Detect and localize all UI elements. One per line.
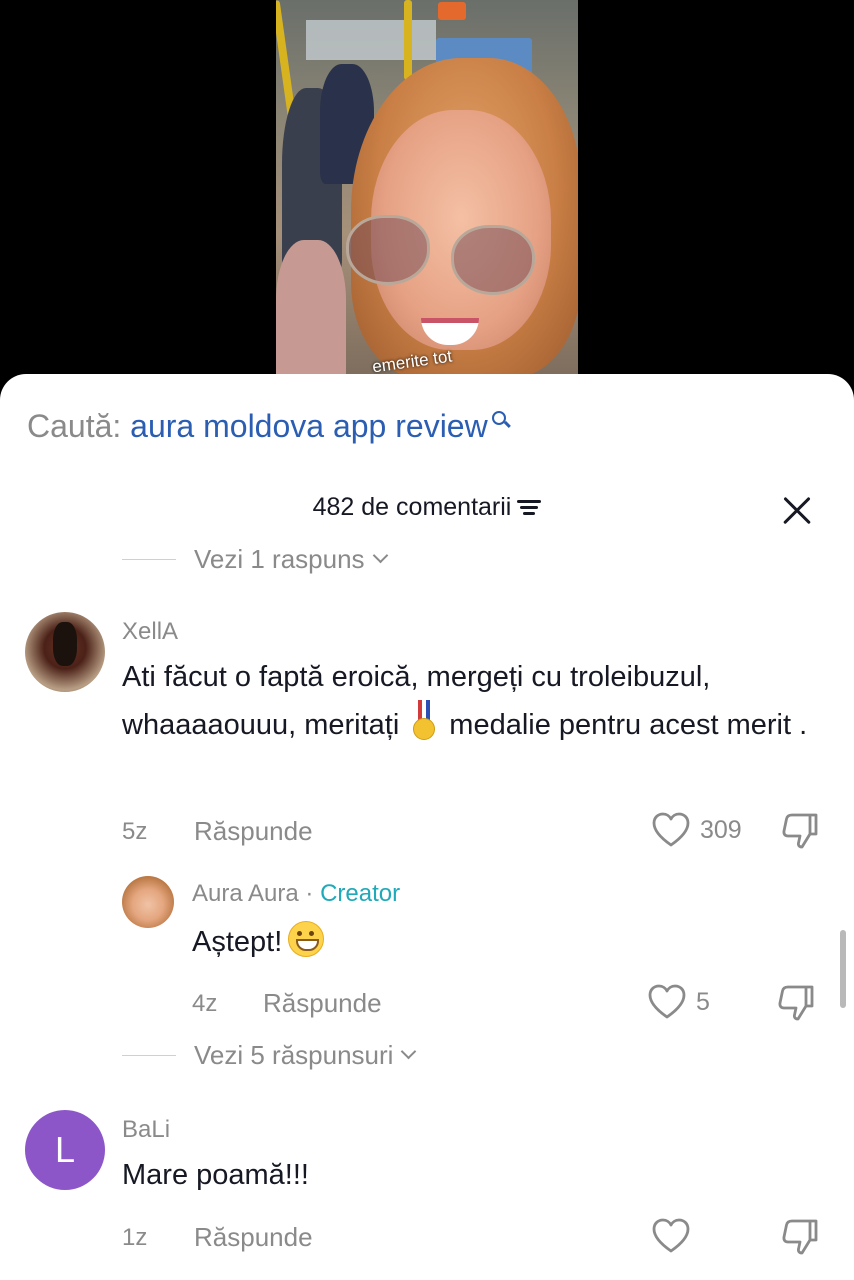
reply-text-content: Aștept! xyxy=(192,926,283,958)
scrollbar[interactable] xyxy=(840,930,846,1008)
view-replies-toggle[interactable]: Vezi 5 răspunsuri xyxy=(122,1040,417,1071)
search-icon[interactable] xyxy=(490,410,510,430)
avatar[interactable] xyxy=(122,876,174,928)
dislike-button[interactable] xyxy=(780,812,820,855)
like-button[interactable] xyxy=(652,1218,700,1254)
reply-button[interactable]: Răspunde xyxy=(194,1222,313,1253)
dislike-button[interactable] xyxy=(776,984,816,1027)
comment-time: 5z xyxy=(122,818,148,845)
reply-time: 4z xyxy=(192,990,218,1017)
heart-icon xyxy=(652,1218,690,1253)
dislike-icon xyxy=(782,1219,818,1255)
sunglasses-right-lens xyxy=(451,225,535,295)
video-player[interactable]: emerite tot xyxy=(276,0,578,390)
comment-text: Mare poamă!!! xyxy=(122,1159,309,1191)
bus-pole xyxy=(404,0,412,80)
like-count: 309 xyxy=(700,815,742,844)
heart-icon xyxy=(648,984,686,1019)
reply-text: Aștept! xyxy=(192,919,325,965)
comments-sheet: Caută: aura moldova app review 482 de co… xyxy=(0,374,854,1280)
search-prefix: Caută: xyxy=(27,408,122,444)
view-replies-label: Vezi 1 raspuns xyxy=(194,544,365,574)
bus-stop-button xyxy=(438,2,466,20)
dislike-icon xyxy=(778,985,814,1021)
background-passenger xyxy=(276,240,346,390)
dislike-icon xyxy=(782,813,818,849)
creator-badge: Creator xyxy=(320,880,401,907)
view-replies-toggle[interactable]: Vezi 1 raspuns xyxy=(122,544,388,575)
reply-button[interactable]: Răspunde xyxy=(263,988,382,1019)
divider-line xyxy=(122,558,176,561)
like-count: 5 xyxy=(696,987,710,1016)
reply-button[interactable]: Răspunde xyxy=(194,816,313,847)
like-button[interactable]: 309 xyxy=(652,812,742,848)
comment-username[interactable]: BaLi xyxy=(122,1116,170,1144)
divider-line xyxy=(122,1054,176,1057)
chevron-down-icon xyxy=(372,547,388,564)
view-replies-label: Vezi 5 răspunsuri xyxy=(194,1040,394,1070)
chevron-down-icon xyxy=(401,1043,417,1060)
separator-dot: · xyxy=(305,880,314,907)
comments-count: 482 de comentarii xyxy=(312,492,512,521)
search-query-link[interactable]: aura moldova app review xyxy=(130,408,488,444)
avatar[interactable]: L xyxy=(25,1110,105,1190)
grin-emoji xyxy=(288,921,325,957)
bus-window xyxy=(306,20,436,60)
comment-text-part: medalie pentru acest merit . xyxy=(449,709,808,741)
reply-username-row: Aura Aura · Creator xyxy=(192,880,400,908)
comment-username[interactable]: XellA xyxy=(122,618,178,646)
reply-username[interactable]: Aura Aura xyxy=(192,880,299,907)
heart-icon xyxy=(652,812,690,847)
dislike-button[interactable] xyxy=(780,1218,820,1261)
comments-header: 482 de comentarii xyxy=(0,492,854,522)
medal-emoji xyxy=(411,700,437,744)
avatar[interactable] xyxy=(25,612,105,692)
close-icon[interactable] xyxy=(776,490,818,532)
comment-text: Ati făcut o faptă eroică, mergeți cu tro… xyxy=(122,654,822,748)
filter-icon[interactable] xyxy=(517,496,542,518)
comment-time: 1z xyxy=(122,1224,148,1251)
search-suggestion[interactable]: Caută: aura moldova app review xyxy=(27,408,510,445)
sunglasses-left-lens xyxy=(346,215,430,285)
like-button[interactable]: 5 xyxy=(648,984,710,1020)
